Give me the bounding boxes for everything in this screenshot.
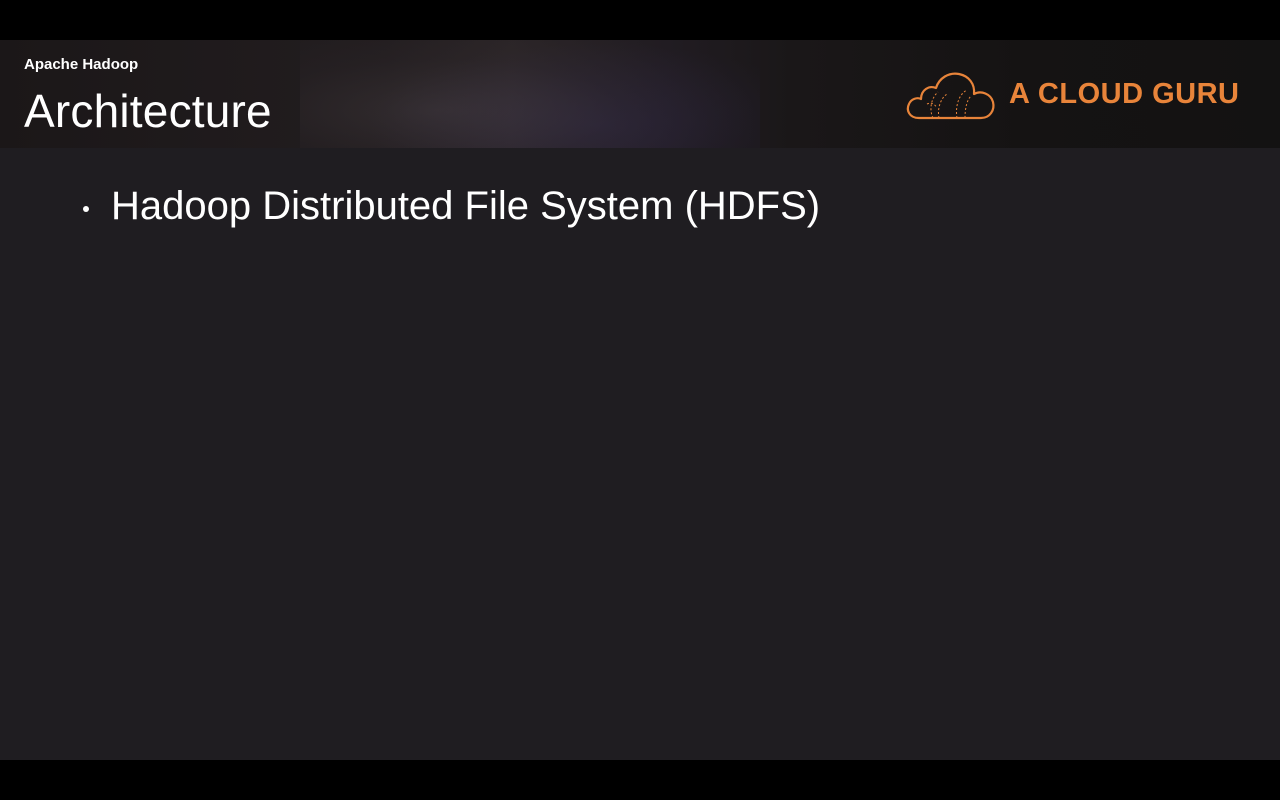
cloud-logo-icon bbox=[906, 72, 995, 120]
presentation-slide: Apache Hadoop Architecture A CLOUD GURU … bbox=[0, 40, 1280, 760]
letterbox-bottom bbox=[0, 760, 1280, 800]
brand-logo-text: A CLOUD GURU bbox=[1009, 78, 1240, 110]
bullet-dot-icon bbox=[83, 206, 89, 212]
bullet-text: Hadoop Distributed File System (HDFS) bbox=[111, 184, 821, 228]
slide-content: Hadoop Distributed File System (HDFS) bbox=[0, 148, 1280, 760]
bullet-item: Hadoop Distributed File System (HDFS) bbox=[80, 182, 1080, 232]
brand-logo: A CLOUD GURU bbox=[905, 68, 1245, 120]
letterbox-top bbox=[0, 0, 1280, 40]
slide-title: Architecture bbox=[24, 85, 272, 137]
slide-header: Apache Hadoop Architecture A CLOUD GURU bbox=[0, 40, 1280, 148]
slide-subtitle: Apache Hadoop bbox=[24, 56, 139, 73]
presenter-video-overlay bbox=[300, 40, 760, 148]
